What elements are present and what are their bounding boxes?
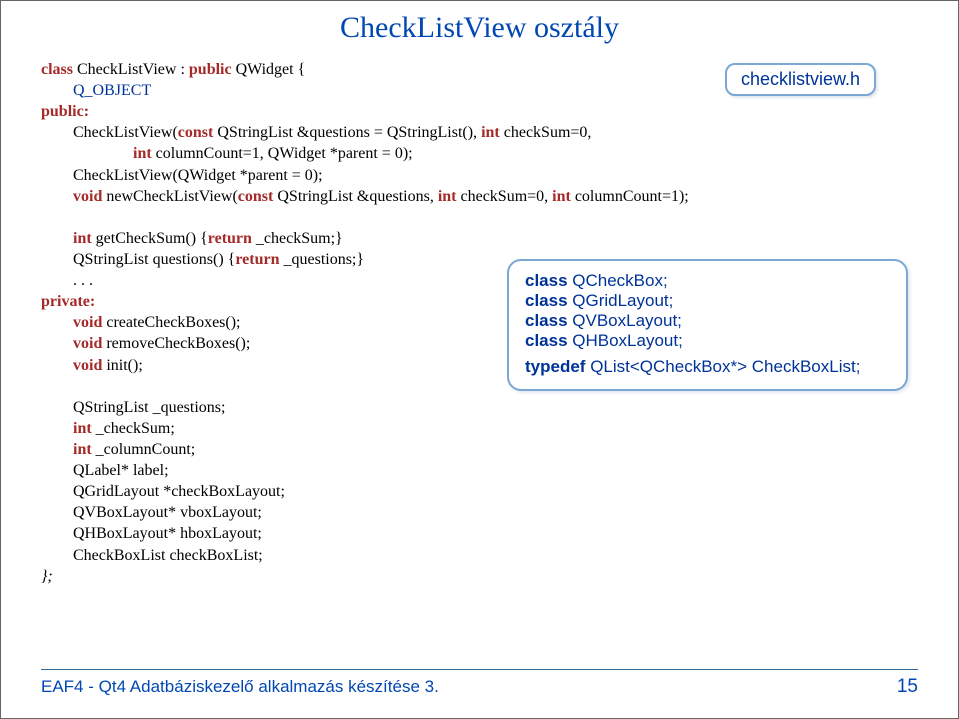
class-box-line: class QCheckBox; [525,271,890,291]
code-text: . . . [41,272,93,289]
code-text: }; [41,568,53,585]
kw-const: const [238,188,278,205]
kw-void: void [73,335,106,352]
code-text [41,420,73,437]
code-text: columnCount=1); [575,188,689,205]
code-text [41,314,73,331]
code-text: getCheckSum() { [96,230,208,247]
kw-int: int [73,230,96,247]
code-text: _checkSum;} [256,230,343,247]
class-name: QVBoxLayout; [572,311,682,330]
code-text [41,335,73,352]
code-text: QGridLayout *checkBoxLayout; [41,483,285,500]
kw-void: void [73,188,106,205]
code-text: CheckListView(QWidget *parent = 0); [41,167,323,184]
class-name: QHBoxLayout; [572,331,683,350]
footer: EAF4 - Qt4 Adatbáziskezelő alkalmazás ké… [41,669,918,698]
page-number: 15 [897,676,918,698]
code-text: _questions;} [283,251,364,268]
typedef-body: QList<QCheckBox*> CheckBoxList; [590,357,860,376]
slide-title: CheckListView osztály [1,11,958,45]
code-text: init(); [106,357,142,374]
kw-class: class [525,271,572,290]
class-name: QCheckBox; [572,271,667,290]
kw-public: public: [41,103,89,120]
code-text: removeCheckBoxes(); [106,335,250,352]
code-text: CheckBoxList checkBoxList; [41,547,263,564]
kw-class: class [525,291,572,310]
code-text: QHBoxLayout* hboxLayout; [41,525,262,542]
kw-int: int [73,420,96,437]
code-text: QVBoxLayout* vboxLayout; [41,504,262,521]
code-text: CheckListView : [77,61,189,78]
code-text: QStringList &questions = QStringList(), [217,124,477,141]
class-box-line: class QHBoxLayout; [525,331,890,351]
code-macro: Q_OBJECT [41,82,151,99]
code-text: checkSum=0, [504,124,592,141]
footer-text: EAF4 - Qt4 Adatbáziskezelő alkalmazás ké… [41,677,439,697]
code-text: columnCount=1, QWidget *parent = 0); [156,145,413,162]
kw-typedef: typedef [525,357,590,376]
code-text: QLabel* label; [41,462,169,479]
kw-int: int [133,145,156,162]
kw-int: int [552,188,575,205]
kw-class: class [525,311,572,330]
code-text [41,188,73,205]
code-text [41,230,73,247]
kw-int: int [438,188,461,205]
class-name: QGridLayout; [572,291,673,310]
code-text [41,357,73,374]
code-text: _columnCount; [96,441,196,458]
code-text: QWidget { [232,61,306,78]
code-text: QStringList _questions; [41,399,225,416]
kw-return: return [235,251,283,268]
filename-box: checklistview.h [725,63,876,96]
code-text: QStringList questions() { [41,251,235,268]
code-text: createCheckBoxes(); [106,314,240,331]
kw-void: void [73,357,106,374]
kw-class: class [41,61,77,78]
kw-int: int [477,124,504,141]
kw-int: int [73,441,96,458]
code-text: CheckListView( [41,124,178,141]
class-box-line: typedef QList<QCheckBox*> CheckBoxList; [525,357,890,377]
kw-class: class [525,331,572,350]
code-text [41,441,73,458]
class-box-line: class QVBoxLayout; [525,311,890,331]
code-text [41,145,133,162]
kw-return: return [208,230,256,247]
class-box-line: class QGridLayout; [525,291,890,311]
kw-void: void [73,314,106,331]
code-text: QStringList &questions, [277,188,437,205]
kw-public: public [189,61,232,78]
code-text: _checkSum; [96,420,175,437]
forward-declarations-box: class QCheckBox; class QGridLayout; clas… [507,259,908,391]
code-text: checkSum=0, [460,188,552,205]
kw-private: private: [41,293,95,310]
slide: CheckListView osztály checklistview.h cl… [0,0,959,719]
kw-const: const [178,124,218,141]
code-text: newCheckListView( [106,188,237,205]
